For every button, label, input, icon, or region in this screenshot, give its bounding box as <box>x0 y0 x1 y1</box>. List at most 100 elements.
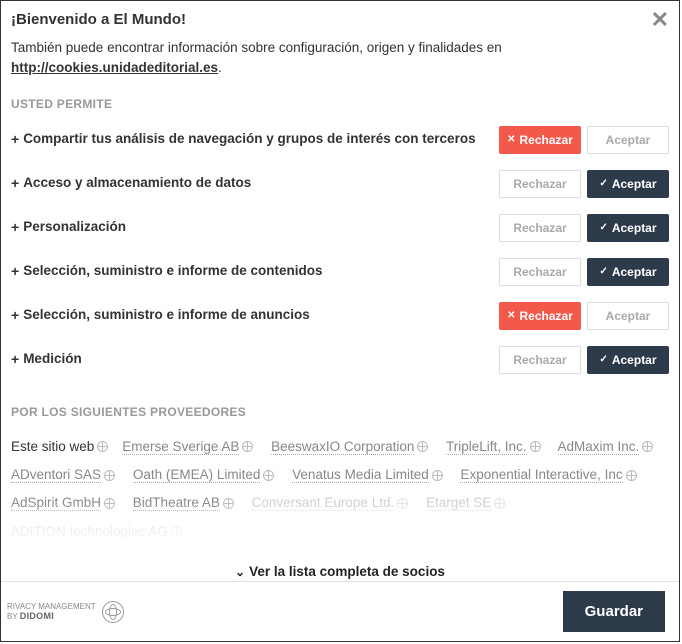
accept-button[interactable]: ✓Aceptar <box>587 346 669 374</box>
vendor-item[interactable]: Oath (EMEA) Limited <box>133 467 275 482</box>
purpose-label: Selección, suministro e informe de conte… <box>23 262 322 280</box>
reject-label: Rechazar <box>513 221 566 235</box>
plus-icon: + <box>11 350 19 369</box>
accept-label: Aceptar <box>612 221 657 235</box>
purpose-row: +Selección, suministro e informe de cont… <box>11 257 669 287</box>
vendor-item[interactable]: Exponential Interactive, Inc <box>460 467 636 482</box>
check-icon: ✓ <box>599 266 607 277</box>
x-icon: ✕ <box>507 134 515 145</box>
accept-button[interactable]: ✓ Aceptar <box>587 214 669 242</box>
purpose-expand-toggle[interactable]: +Compartir tus análisis de navegación y … <box>11 130 499 149</box>
vendor-item[interactable]: Etarget SE <box>426 495 505 510</box>
privacy-brand: rivacy Management by DIDOMI <box>7 601 124 623</box>
purpose-label: Selección, suministro e informe de anunc… <box>23 306 310 324</box>
vendor-item[interactable]: AdMaxim Inc. <box>558 439 654 454</box>
reject-button[interactable]: Rechazar <box>499 214 581 242</box>
accept-button[interactable]: Aceptar <box>587 126 669 154</box>
vendor-name: BidTheatre AB <box>133 495 220 511</box>
plus-icon: + <box>11 306 19 325</box>
reject-label: Rechazar <box>513 177 566 191</box>
purpose-expand-toggle[interactable]: +Acceso y almacenamiento de datos <box>11 174 499 193</box>
cookies-policy-link[interactable]: http://cookies.unidadeditorial.es <box>11 60 218 75</box>
plus-icon: + <box>11 130 19 149</box>
purpose-label: Acceso y almacenamiento de datos <box>23 174 251 192</box>
check-icon: ✓ <box>599 178 607 189</box>
purpose-expand-toggle[interactable]: +Selección, suministro e informe de anun… <box>11 306 499 325</box>
globe-icon <box>397 498 408 509</box>
globe-icon <box>642 441 653 452</box>
brand-line2: by <box>7 612 18 621</box>
vendor-item[interactable]: BidTheatre AB <box>133 495 234 510</box>
vendor-name: Emerse Sverige AB <box>122 439 239 455</box>
vendor-name: Este sitio web <box>11 439 94 454</box>
accept-label: Aceptar <box>606 133 651 147</box>
reject-button[interactable]: Rechazar <box>499 170 581 198</box>
reject-button[interactable]: Rechazar <box>499 258 581 286</box>
globe-icon <box>102 601 124 623</box>
purpose-label: Medición <box>23 350 82 368</box>
accept-button[interactable]: ✓ Aceptar <box>587 170 669 198</box>
vendor-name: Oath (EMEA) Limited <box>133 467 261 483</box>
globe-icon <box>242 441 253 452</box>
vendor-item[interactable]: Emerse Sverige AB <box>122 439 253 454</box>
purpose-expand-toggle[interactable]: +Personalización <box>11 218 499 237</box>
brand-name: DIDOMI <box>20 611 54 621</box>
vendors-section: POR LOS SIGUIENTES PROVEEDORES Este siti… <box>11 405 669 546</box>
vendor-item[interactable]: AdSpirit GmbH <box>11 495 115 510</box>
globe-icon <box>432 470 443 481</box>
vendor-item[interactable]: Conversant Europe Ltd. <box>252 495 409 510</box>
modal-title: ¡Bienvenido a El Mundo! <box>11 11 669 28</box>
chevron-down-icon: ⌄ <box>235 565 245 579</box>
plus-icon: + <box>11 218 19 237</box>
accept-label: Aceptar <box>612 353 657 367</box>
reject-label: Rechazar <box>513 353 566 367</box>
vendor-name: TripleLift, Inc. <box>446 439 527 455</box>
see-all-label: Ver la lista completa de socios <box>249 564 445 579</box>
accept-button[interactable]: ✓ Aceptar <box>587 258 669 286</box>
vendor-name: Venatus Media Limited <box>292 467 429 483</box>
vendor-item[interactable]: ADventori SAS <box>11 467 115 482</box>
purpose-expand-toggle[interactable]: +Selección, suministro e informe de cont… <box>11 262 499 281</box>
permit-header: USTED PERMITE <box>11 97 669 111</box>
purpose-buttons: Rechazar ✓Aceptar <box>499 346 669 374</box>
see-all-partners-link[interactable]: ⌄ Ver la lista completa de socios <box>11 546 669 581</box>
vendor-item[interactable]: TripleLift, Inc. <box>446 439 541 454</box>
vendor-item[interactable]: ADITION technologies AG <box>11 524 182 539</box>
brand-line1: rivacy Management <box>7 602 96 611</box>
vendor-name: AdSpirit GmbH <box>11 495 101 511</box>
x-icon: ✕ <box>507 310 515 321</box>
vendor-name: Exponential Interactive, Inc <box>460 467 622 483</box>
vendor-item[interactable]: Venatus Media Limited <box>292 467 443 482</box>
accept-label: Aceptar <box>606 309 651 323</box>
purpose-row: +Personalización Rechazar ✓ Aceptar <box>11 213 669 243</box>
accept-label: Aceptar <box>612 177 657 191</box>
save-button[interactable]: Guardar <box>563 591 665 632</box>
purpose-buttons: Rechazar ✓ Aceptar <box>499 170 669 198</box>
check-icon: ✓ <box>599 222 607 233</box>
vendor-item[interactable]: Este sitio web <box>11 439 108 454</box>
purpose-expand-toggle[interactable]: +Medición <box>11 350 499 369</box>
purpose-row: +Medición Rechazar ✓Aceptar <box>11 345 669 375</box>
globe-icon <box>223 498 234 509</box>
reject-button[interactable]: ✕ Rechazar <box>499 302 581 330</box>
purpose-row: +Selección, suministro e informe de anun… <box>11 301 669 331</box>
purpose-buttons: Rechazar ✓ Aceptar <box>499 214 669 242</box>
accept-button[interactable]: Aceptar <box>587 302 669 330</box>
vendor-item[interactable]: BeeswaxIO Corporation <box>271 439 428 454</box>
purpose-buttons: ✕Rechazar Aceptar <box>499 126 669 154</box>
plus-icon: + <box>11 174 19 193</box>
reject-button[interactable]: Rechazar <box>499 346 581 374</box>
globe-icon <box>171 526 182 537</box>
accept-label: Aceptar <box>612 265 657 279</box>
vendor-name: AdMaxim Inc. <box>558 439 640 455</box>
cookie-consent-modal: ✕ ¡Bienvenido a El Mundo! También puede … <box>0 0 680 642</box>
modal-footer: rivacy Management by DIDOMI Guardar <box>1 581 679 641</box>
vendors-header: POR LOS SIGUIENTES PROVEEDORES <box>11 405 669 419</box>
reject-button[interactable]: ✕Rechazar <box>499 126 581 154</box>
reject-label: Rechazar <box>520 309 573 323</box>
modal-subtitle: También puede encontrar información sobr… <box>11 38 669 79</box>
globe-icon <box>104 498 115 509</box>
purpose-row: +Acceso y almacenamiento de datosRechaza… <box>11 169 669 199</box>
globe-icon <box>263 470 274 481</box>
brand-text: rivacy Management by DIDOMI <box>7 602 96 622</box>
